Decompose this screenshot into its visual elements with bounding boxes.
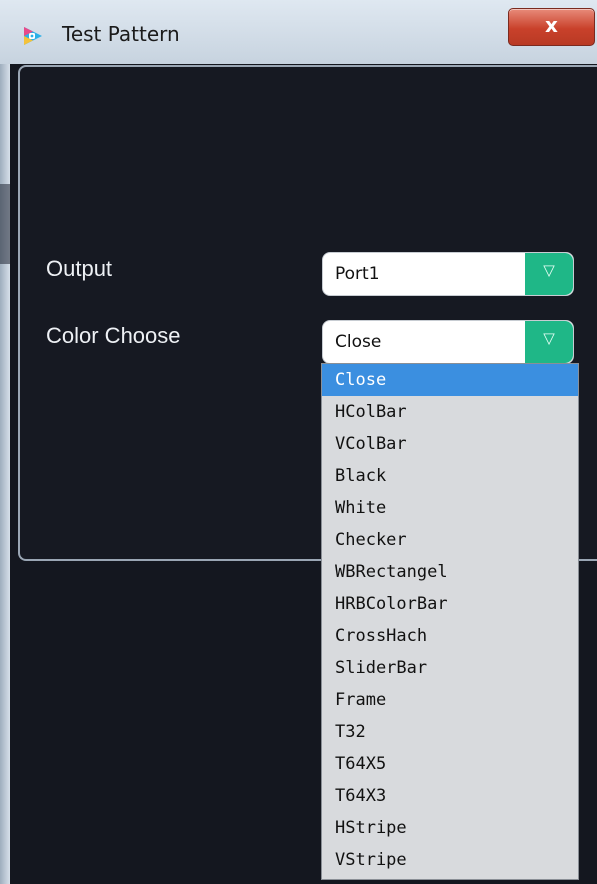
close-button[interactable]: x [508, 8, 595, 46]
dropdown-option[interactable]: T32 [322, 716, 578, 748]
test-pattern-window: Test Pattern x Output Port1 ▽ Color Choo… [0, 0, 597, 884]
triangle-down-icon: ▽ [543, 261, 555, 279]
title-bar[interactable]: Test Pattern x [0, 0, 597, 64]
dropdown-option[interactable]: WBRectangel [322, 556, 578, 588]
dropdown-option[interactable]: Frame [322, 684, 578, 716]
dropdown-option[interactable]: Checker [322, 524, 578, 556]
dropdown-option[interactable]: White [322, 492, 578, 524]
window-title: Test Pattern [62, 22, 180, 46]
dropdown-option[interactable]: HColBar [322, 396, 578, 428]
color-select[interactable]: Close ▽ [322, 320, 574, 364]
dropdown-option[interactable]: VStripe [322, 844, 578, 876]
output-dropdown-button[interactable]: ▽ [525, 253, 573, 295]
app-logo-icon [24, 27, 42, 45]
color-select-value: Close [335, 332, 382, 352]
dropdown-option[interactable]: HRBColorBar [322, 588, 578, 620]
dropdown-option[interactable]: CrossHach [322, 620, 578, 652]
dropdown-option[interactable]: HStripe [322, 812, 578, 844]
color-dropdown-button[interactable]: ▽ [525, 321, 573, 363]
dropdown-option[interactable]: T64X3 [322, 780, 578, 812]
close-icon: x [545, 13, 558, 37]
dropdown-option[interactable]: Close [322, 364, 578, 396]
dropdown-option[interactable]: SliderBar [322, 652, 578, 684]
output-select[interactable]: Port1 ▽ [322, 252, 574, 296]
output-select-value: Port1 [335, 264, 380, 284]
color-dropdown-list[interactable]: Close HColBar VColBar Black White Checker WBRe… [321, 363, 579, 880]
triangle-down-icon: ▽ [543, 329, 555, 347]
dropdown-option[interactable]: Black [322, 460, 578, 492]
output-label: Output [46, 256, 113, 281]
window-frame [0, 64, 10, 884]
dropdown-option[interactable]: T64X5 [322, 748, 578, 780]
dropdown-option[interactable]: VColBar [322, 428, 578, 460]
color-choose-label: Color Choose [46, 323, 181, 348]
